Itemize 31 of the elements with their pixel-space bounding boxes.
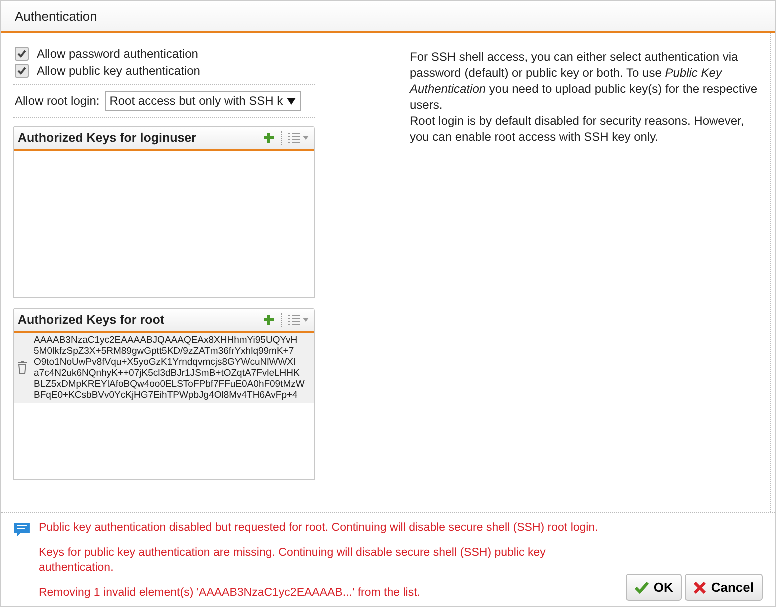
key-text-line: AAAAB3NzaC1yc2EAAAABJQAAAQEAx8XHHhmYi95UQYvH: [34, 335, 299, 346]
warning-message: Keys for public key authentication are missing. Continuing will disable secure shell (SSH) public key authentication.: [38, 546, 547, 576]
key-text-line: BLZ5xDMpKREYlAfoBQw4oo0ELSToFPbf7FFuE0A0hF09tMzW: [34, 379, 305, 390]
list-menu-icon[interactable]: [288, 133, 310, 143]
close-icon: [694, 582, 706, 594]
cancel-button[interactable]: Cancel: [685, 574, 763, 601]
warning-message: Public key authentication disabled but requested for root. Continuing will disable secure shell (SSH) root login.: [38, 521, 600, 536]
key-row[interactable]: [14, 333, 314, 403]
help-text: Root login is by default disabled for security reasons. However, you can enable root access with SSH key only.: [410, 113, 746, 145]
help-text: For SSH shell access, you can either select authentication via password (default) or public key or both. To use Public Key Authentication you need to upload public key(s) for the respective users.: [410, 49, 758, 113]
panel-title: Authorized Keys for root: [18, 313, 166, 327]
field-label: Allow root login:: [15, 94, 100, 108]
checkbox[interactable]: [15, 64, 29, 78]
checkbox-label: Allow public key authentication: [37, 64, 200, 78]
checkbox-label: Allow password authentication: [37, 47, 198, 61]
warning-message: Removing 1 invalid element(s) 'AAAAB3NzaC1yc2EAAAAB...' from the list.: [38, 586, 422, 601]
plus-icon[interactable]: [263, 314, 275, 326]
check-icon: [634, 582, 649, 594]
key-text-line: a7c4N2uk6NQnhyK++07jK5cl3dBJr1JSmB+tOZqtA7FvleLHHK: [34, 368, 301, 379]
checkbox[interactable]: [15, 47, 29, 61]
trash-icon[interactable]: [17, 361, 28, 375]
plus-icon[interactable]: [263, 132, 275, 144]
key-text-line: O9to1NoUwPv8fVqu+X5yoGzK1Yrndqvmcjs8GYWcuNlWWXl: [34, 357, 297, 368]
key-text-line: 5M0lkfzSpZ3X+5RM89gwGptt5KD/9zZATm36frYxhlq99mK+7: [34, 346, 296, 357]
speech-bubble-icon: [13, 521, 31, 539]
ok-button[interactable]: OK: [626, 574, 682, 601]
dropdown-caret-icon: [287, 98, 296, 104]
panel-title: Authorized Keys for loginuser: [18, 131, 198, 145]
key-text-line: BFqE0+KCsbBVv0YcKjHG7EihTPWpbJg4Ol8Mv4TH6AvFp+4: [34, 390, 299, 401]
root-login-dropdown[interactable]: Root access but only with SSH k: [104, 91, 302, 111]
list-menu-icon[interactable]: [288, 315, 310, 325]
